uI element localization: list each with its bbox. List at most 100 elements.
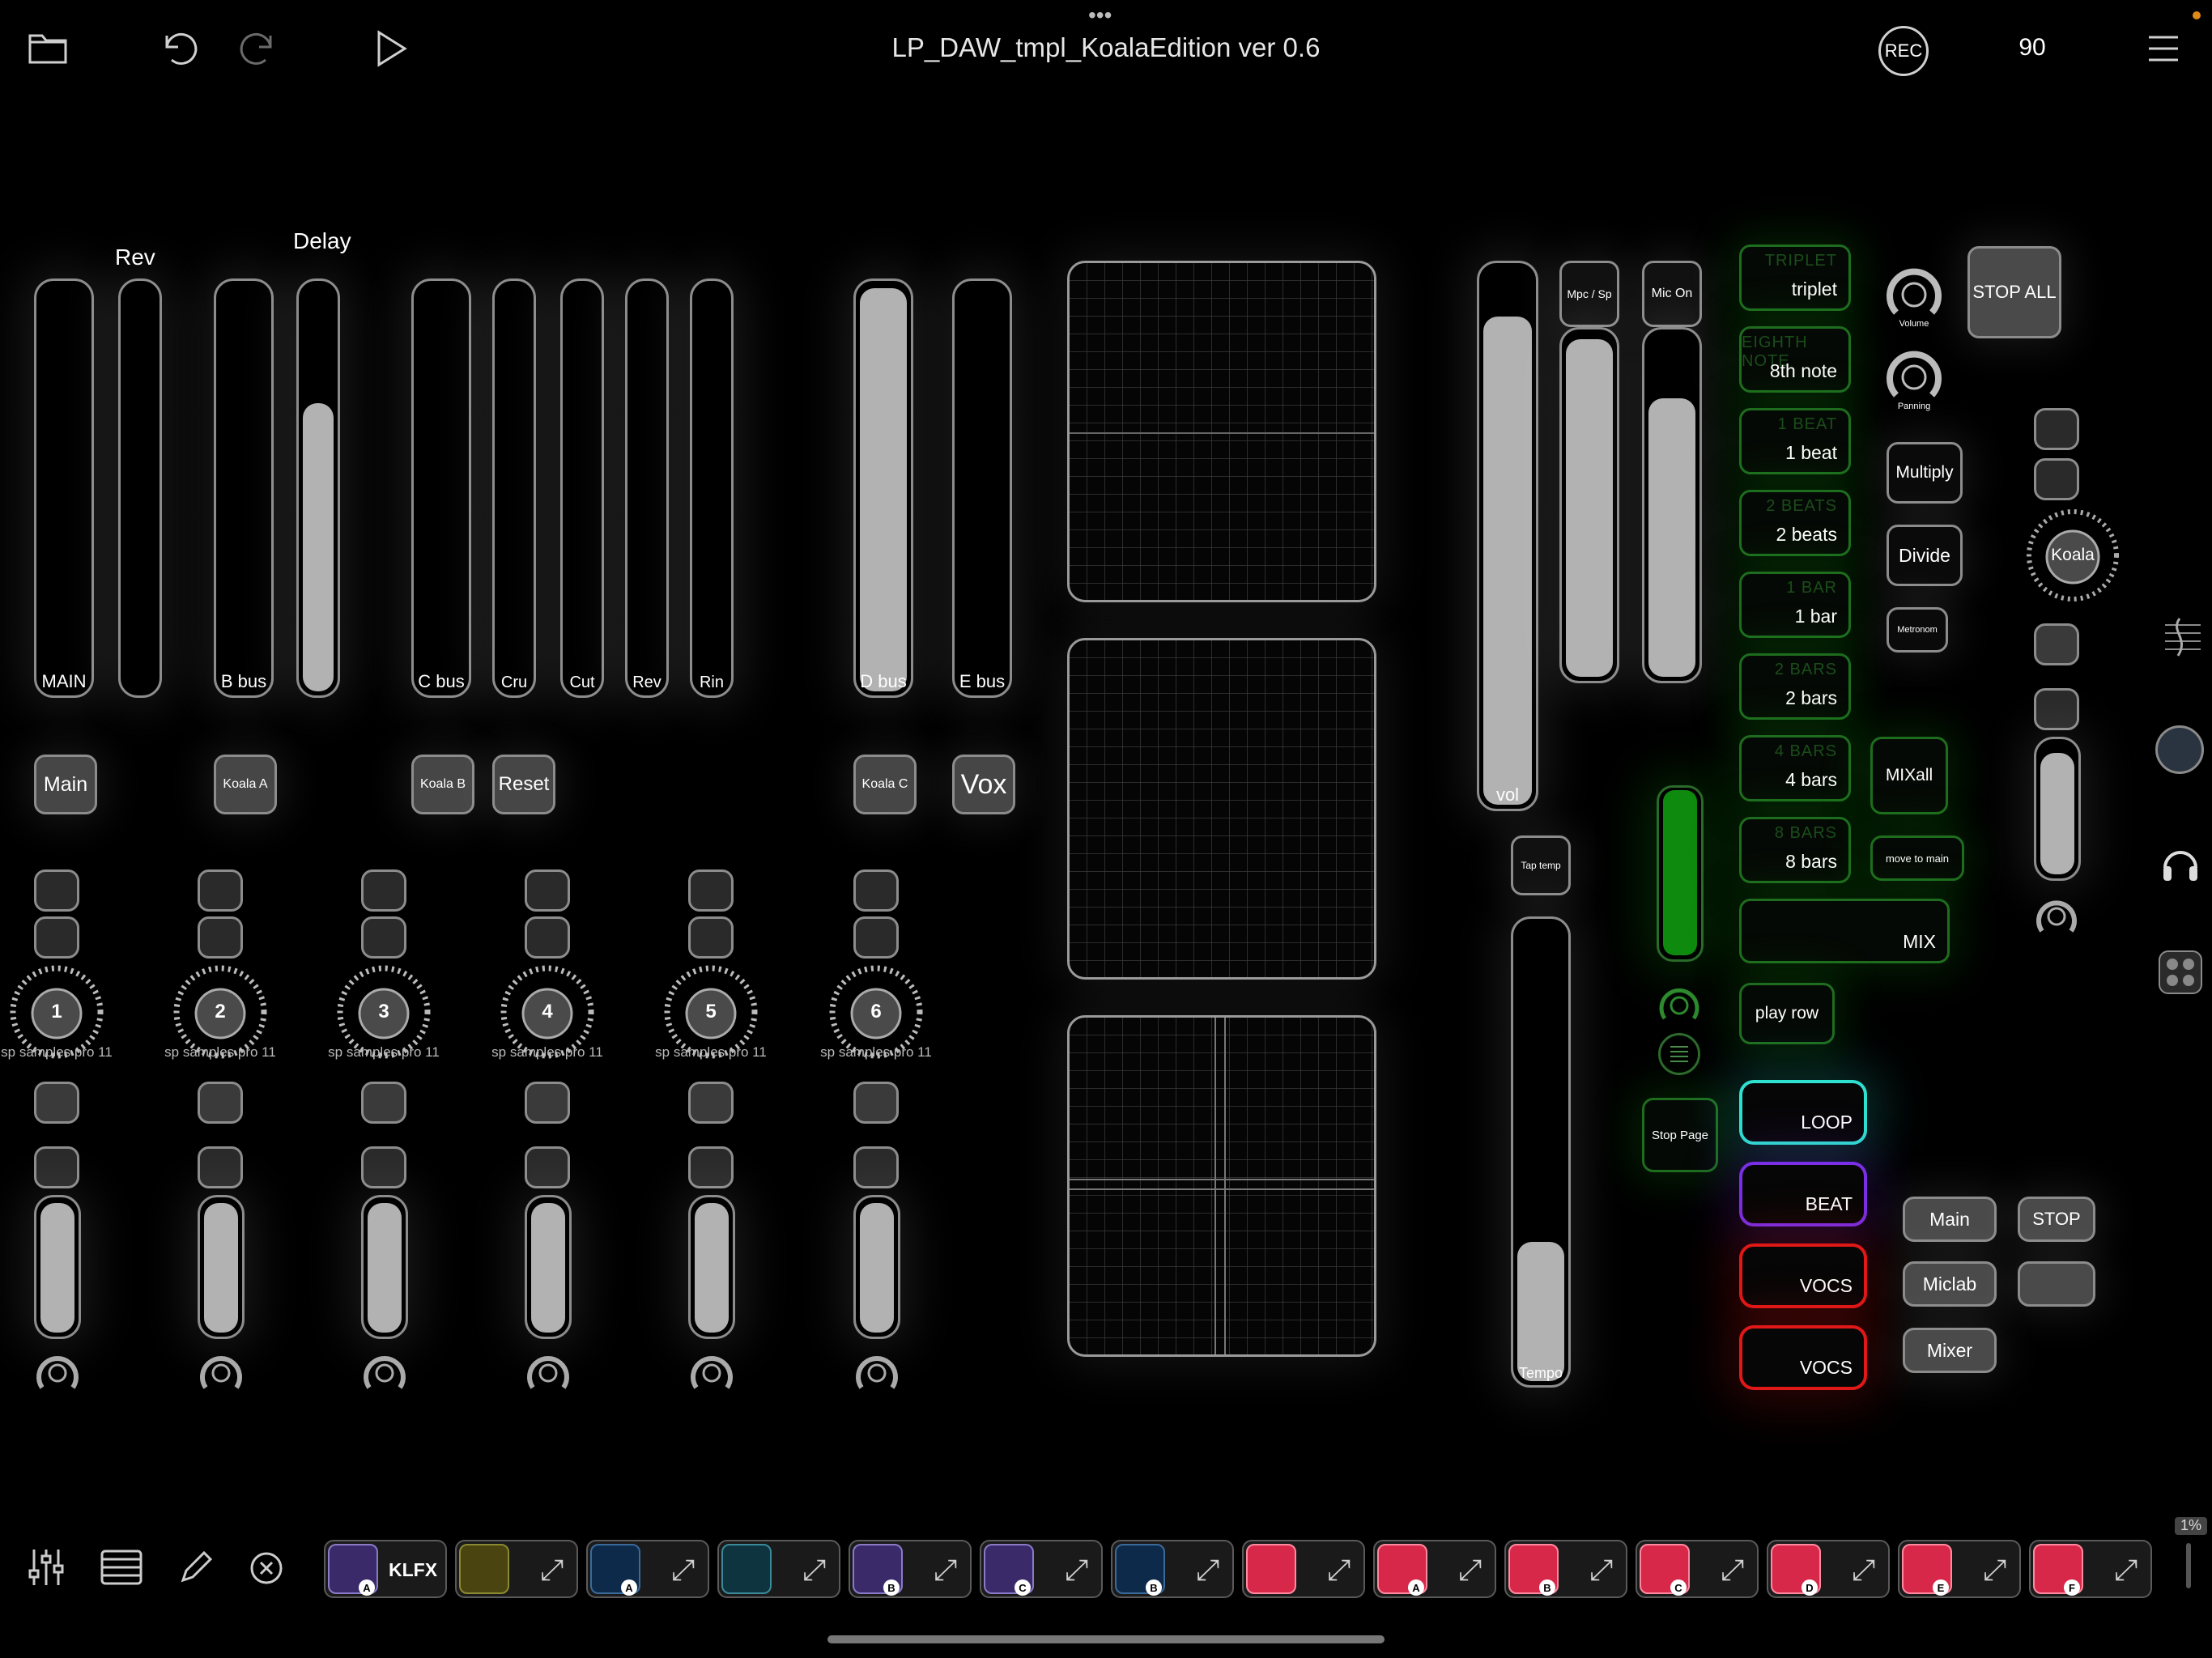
bus-fader-10[interactable]: D bus xyxy=(853,278,913,698)
plugin-slot-8[interactable]: ⤢ xyxy=(1242,1540,1365,1598)
dock-scroll-indicator[interactable] xyxy=(2186,1543,2191,1588)
stop-page-button[interactable]: Stop Page xyxy=(1642,1098,1718,1172)
strip-pad[interactable] xyxy=(361,916,406,959)
strip-pad[interactable] xyxy=(198,1082,243,1124)
koala-pan-knob[interactable] xyxy=(2032,892,2081,937)
note-button-3[interactable]: 1 BEAT 1 beat xyxy=(1739,408,1851,474)
bus-fader-2[interactable] xyxy=(118,278,162,698)
multiply-button[interactable]: Multiply xyxy=(1887,442,1963,504)
mic-fader[interactable] xyxy=(1642,327,1702,683)
metronome-button[interactable]: Metronom xyxy=(1887,607,1948,653)
xy-pad-1[interactable] xyxy=(1067,261,1376,602)
swirl-icon[interactable]: A xyxy=(590,1544,640,1596)
expand-icon[interactable]: ⤢ xyxy=(1458,1553,1482,1588)
track-button-1[interactable]: LOOP xyxy=(1739,1080,1867,1145)
strip-pad[interactable] xyxy=(853,1082,899,1124)
koala-purple-icon[interactable]: C xyxy=(984,1544,1034,1596)
mpc-fader[interactable] xyxy=(1559,327,1619,683)
koala-red-icon[interactable]: E xyxy=(1902,1544,1952,1596)
strip-pad[interactable] xyxy=(198,869,243,912)
strip-pad[interactable] xyxy=(361,1082,406,1124)
expand-icon[interactable]: ⤢ xyxy=(2114,1553,2138,1588)
strip-pad[interactable] xyxy=(34,869,79,912)
xy-pad-2[interactable] xyxy=(1067,638,1376,980)
channel-pan-knob[interactable] xyxy=(687,1349,737,1394)
plugin-slot-9[interactable]: A ⤢ xyxy=(1373,1540,1496,1598)
channel-fader-1[interactable] xyxy=(34,1195,81,1339)
close-circle-icon[interactable] xyxy=(249,1551,283,1585)
channel-pan-knob[interactable] xyxy=(359,1349,410,1394)
mic-on-button[interactable]: Mic On xyxy=(1642,261,1702,327)
bus-fader-7[interactable]: Cut xyxy=(560,278,604,698)
mixer-sliders-icon[interactable] xyxy=(28,1548,65,1587)
track-button-2[interactable]: BEAT xyxy=(1739,1162,1867,1226)
strip-pad[interactable] xyxy=(688,869,734,912)
note-button-5[interactable]: 1 BAR 1 bar xyxy=(1739,572,1851,638)
page-blank-button[interactable] xyxy=(2018,1261,2095,1307)
strip-pad[interactable] xyxy=(688,916,734,959)
expand-icon[interactable]: ⤢ xyxy=(1589,1553,1613,1588)
expand-icon[interactable]: ⤢ xyxy=(1065,1553,1088,1588)
channel-fader-6[interactable] xyxy=(853,1195,900,1339)
strip-pad[interactable] xyxy=(853,1146,899,1188)
strip-pad[interactable] xyxy=(198,916,243,959)
strip-pad[interactable] xyxy=(525,869,570,912)
green-knob-icon[interactable] xyxy=(1655,981,1704,1027)
move-to-main-button[interactable]: move to main xyxy=(1870,835,1964,881)
main-bus-button[interactable]: Main xyxy=(34,755,97,814)
plugin-slot-13[interactable]: E ⤢ xyxy=(1898,1540,2021,1598)
channel-knob-5[interactable]: 5 sp samples pro 11 xyxy=(655,963,767,1061)
strip-pad[interactable] xyxy=(525,1082,570,1124)
bus-fader-3[interactable]: B bus xyxy=(214,278,274,698)
channel-fader-2[interactable] xyxy=(198,1195,245,1339)
plugin-slot-2[interactable]: ⤢ xyxy=(455,1540,578,1598)
vu-meter-icon[interactable] xyxy=(721,1544,772,1594)
bus-fader-9[interactable]: Rin xyxy=(690,278,734,698)
koala-knob[interactable]: Koala xyxy=(2024,507,2121,604)
plugin-slot-7[interactable]: B ⤢ xyxy=(1111,1540,1234,1598)
koala-red-icon[interactable]: A xyxy=(1377,1544,1427,1596)
plugin-slot-4[interactable]: ⤢ xyxy=(717,1540,840,1598)
drag-handle-dots[interactable]: ••• xyxy=(1088,4,1124,27)
note-button-1[interactable]: TRIPLET triplet xyxy=(1739,244,1851,311)
bus-fader-8[interactable]: Rev xyxy=(625,278,669,698)
strip-pad[interactable] xyxy=(361,1146,406,1188)
koala-purple-icon[interactable]: B xyxy=(853,1544,903,1596)
koala-red-icon[interactable] xyxy=(1246,1544,1296,1594)
bus-fader-4[interactable] xyxy=(296,278,340,698)
koala-b-button[interactable]: Koala B xyxy=(411,755,474,814)
channel-knob-3[interactable]: 3 sp samples pro 11 xyxy=(328,963,440,1061)
list-icon[interactable] xyxy=(100,1550,143,1585)
page-mixer-button[interactable]: Mixer xyxy=(1903,1328,1997,1373)
bus-fader-6[interactable]: Cru xyxy=(492,278,536,698)
expand-icon[interactable]: ⤢ xyxy=(1852,1553,1875,1588)
page-stop-button[interactable]: STOP xyxy=(2018,1197,2095,1242)
note-button-4[interactable]: 2 BEATS 2 beats xyxy=(1739,490,1851,556)
plugin-slot-12[interactable]: D ⤢ xyxy=(1767,1540,1890,1598)
channel-pan-knob[interactable] xyxy=(523,1349,573,1394)
xy-pad-3[interactable] xyxy=(1067,1015,1376,1357)
expand-icon[interactable]: ⤢ xyxy=(1327,1553,1351,1588)
koala-pad-3[interactable] xyxy=(2034,623,2079,665)
tempo-display[interactable]: 90 xyxy=(2008,34,2057,66)
channel-fader-4[interactable] xyxy=(525,1195,572,1339)
home-indicator[interactable] xyxy=(827,1635,1385,1643)
note-button-8[interactable]: 8 BARS 8 bars xyxy=(1739,817,1851,883)
strip-pad[interactable] xyxy=(198,1146,243,1188)
score-icon[interactable] xyxy=(2162,614,2204,662)
track-button-4[interactable]: VOCS xyxy=(1739,1325,1867,1390)
rec-button[interactable]: REC xyxy=(1878,26,1929,76)
strip-pad[interactable] xyxy=(34,916,79,959)
koala-a-button[interactable]: Koala A xyxy=(214,755,277,814)
channel-knob-6[interactable]: 6 sp samples pro 11 xyxy=(820,963,932,1061)
plugin-slot-11[interactable]: C ⤢ xyxy=(1636,1540,1759,1598)
note-button-2[interactable]: EIGHTH NOTE 8th note xyxy=(1739,326,1851,393)
page-main-button[interactable]: Main xyxy=(1903,1197,1997,1242)
channel-fader-3[interactable] xyxy=(361,1195,408,1339)
channel-pan-knob[interactable] xyxy=(196,1349,246,1394)
reset-button[interactable]: Reset xyxy=(492,755,555,814)
plugin-slot-6[interactable]: C ⤢ xyxy=(980,1540,1103,1598)
plugin-slot-14[interactable]: F ⤢ xyxy=(2029,1540,2152,1598)
expand-icon[interactable]: ⤢ xyxy=(1983,1553,2006,1588)
expand-icon[interactable]: ⤢ xyxy=(671,1553,695,1588)
